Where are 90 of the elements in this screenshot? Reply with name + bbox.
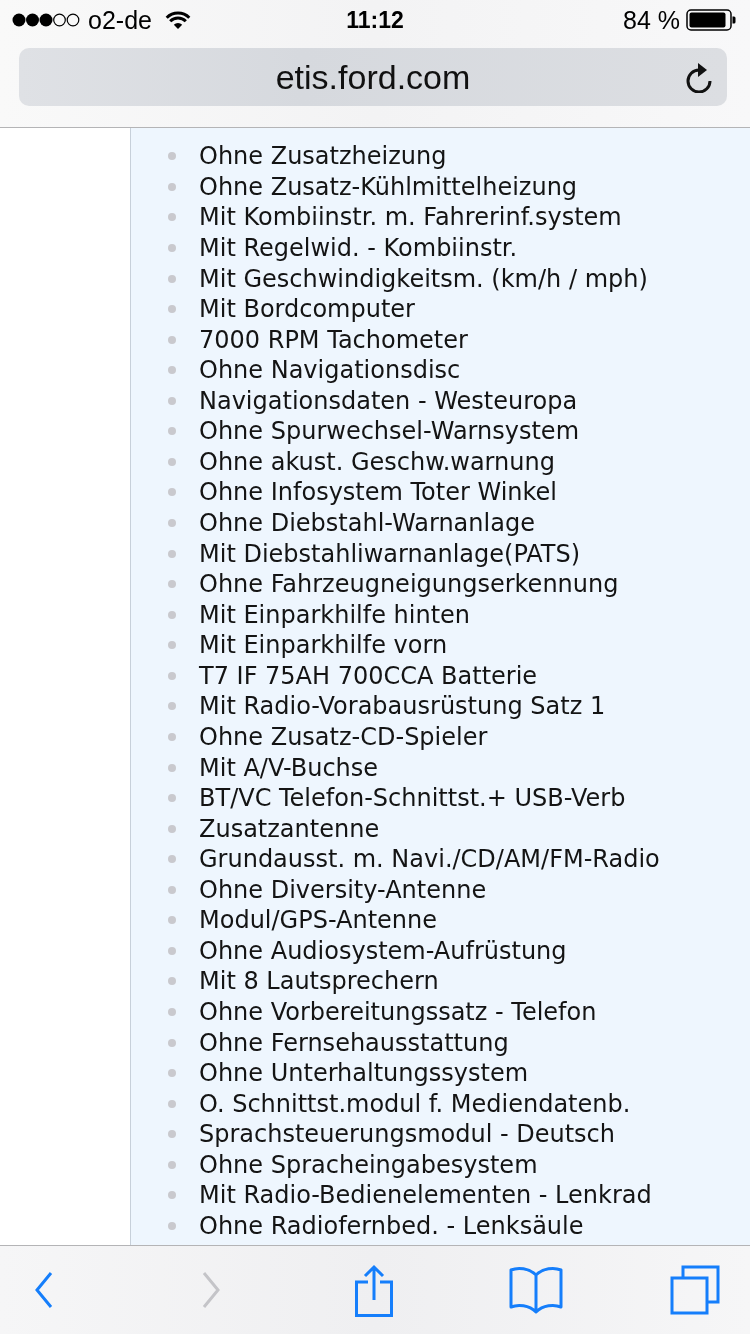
bullet-icon [168,702,176,711]
bullet-icon [168,977,176,986]
spec-item: Sprachsteuerungsmodul - Deutsch [199,1120,615,1149]
spec-item: Mit Einparkhilfe vorn [199,631,448,660]
bullet-icon [168,1069,176,1078]
battery-icon [686,9,736,31]
wifi-icon [164,10,191,30]
bullet-icon [168,1008,176,1017]
spec-item: Ohne Zusatzheizung [199,142,447,171]
tabs-button[interactable] [670,1265,720,1315]
bullet-icon [168,1221,176,1230]
spec-item: O. Schnittst.modul f. Mediendatenb. [199,1089,631,1118]
bullet-icon [168,885,176,894]
reload-icon [686,61,714,93]
spec-item: Mit Geschwindigkeitsm. (km/h / mph) [199,264,648,293]
bullet-icon [168,1099,176,1108]
spec-item: Ohne Radiofernbed. - Lenksäule [199,1211,584,1240]
bullet-icon [168,580,176,589]
bullet-icon [168,519,176,528]
bullet-icon [168,427,176,436]
spec-item: Ohne Fernsehausstattung [199,1028,509,1057]
bullet-icon [168,305,176,314]
bullet-icon [168,763,176,772]
spec-item: Ohne Audiosystem-Aufrüstung [199,936,567,965]
spec-item: Ohne Zusatz-CD-Spieler [199,722,488,751]
spec-item: Ohne Fahrzeugneigungserkennung [199,570,619,599]
share-button[interactable] [353,1263,395,1317]
spec-item: Mit 8 Lautsprechern [199,967,439,996]
spec-item: Ohne Navigationsdisc [199,356,461,385]
bullet-icon [168,1130,176,1139]
bullet-icon [168,274,176,283]
spec-item: Navigationsdaten - Westeuropa [199,386,578,415]
chevron-right-icon [201,1271,221,1309]
spec-item: Mit Regelwid. - Kombiinstr. [199,233,518,262]
spec-item: 7000 RPM Tachometer [199,325,468,354]
bookmarks-button[interactable] [509,1266,563,1314]
bullet-icon [168,610,176,619]
bullet-icon [168,1038,176,1047]
status-time: 11:12 [346,6,404,34]
bullet-icon [168,794,176,803]
bullet-icon [168,457,176,466]
spec-item: Ohne Diebstahl-Warnanlage [199,509,535,538]
spec-item: Zusatzantenne [199,814,380,843]
bullet-icon [168,946,176,955]
tabs-icon [670,1265,720,1315]
bullet-icon [168,549,176,558]
chevron-left-icon [34,1271,54,1309]
spec-item: Ohne Spracheingabesystem [199,1150,538,1179]
spec-item: Grundausst. m. Navi./CD/AM/FM-Radio [199,845,660,874]
spec-item: BT/VC Telefon-Schnittst.+ USB-Verb [199,784,626,813]
bullet-icon [168,1160,176,1169]
bullet-icon [168,855,176,864]
spec-item: Ohne Diversity-Antenne [199,875,487,904]
bullet-icon [168,641,176,650]
bullet-icon [168,182,176,191]
bullet-icon [168,243,176,252]
bullet-icon [168,916,176,925]
bullet-icon [168,732,176,741]
spec-item: Mit Kombiinstr. m. Fahrerinf.system [199,203,622,232]
back-button[interactable] [34,1271,54,1309]
spec-item: Modul/GPS-Antenne [199,906,438,935]
bullet-icon [168,213,176,222]
spec-item: Ohne Zusatz-Kühlmittelheizung [199,172,578,201]
battery-percentage: 84 % [623,5,680,35]
bullet-icon [168,396,176,405]
bullet-icon [168,671,176,680]
signal-strength-icon [12,13,80,27]
address-bar[interactable]: etis.ford.com [19,48,727,106]
spec-item: Mit Einparkhilfe hinten [199,600,471,629]
reload-button[interactable] [686,61,714,93]
bullet-icon [168,488,176,497]
bullet-icon [168,335,176,344]
spec-item: T7 IF 75AH 700CCA Batterie [199,661,538,690]
spec-item: Mit Radio-Vorabausrüstung Satz 1 [199,692,606,721]
spec-item: Ohne Vorbereitungssatz - Telefon [199,998,597,1027]
spec-item: Mit Diebstahliwarnanlage(PATS) [199,539,581,568]
bullet-icon [168,824,176,833]
spec-item: Mit Radio-Bedienelementen - Lenkrad [199,1181,652,1210]
book-icon [509,1266,563,1314]
spec-item: Ohne Spurwechsel-Warnsystem [199,417,579,446]
spec-item: Mit Bordcomputer [199,295,415,324]
spec-item: Ohne Infosystem Toter Winkel [199,478,558,507]
carrier-name: o2-de [88,5,152,35]
spec-item: Ohne akust. Geschw.warnung [199,447,555,476]
bullet-icon [168,366,176,375]
spec-item: Mit A/V-Buchse [199,753,379,782]
share-icon [353,1263,395,1317]
spec-item: Ohne Unterhaltungssystem [199,1059,529,1088]
bullet-icon [168,1191,176,1200]
bullet-icon [168,152,176,161]
